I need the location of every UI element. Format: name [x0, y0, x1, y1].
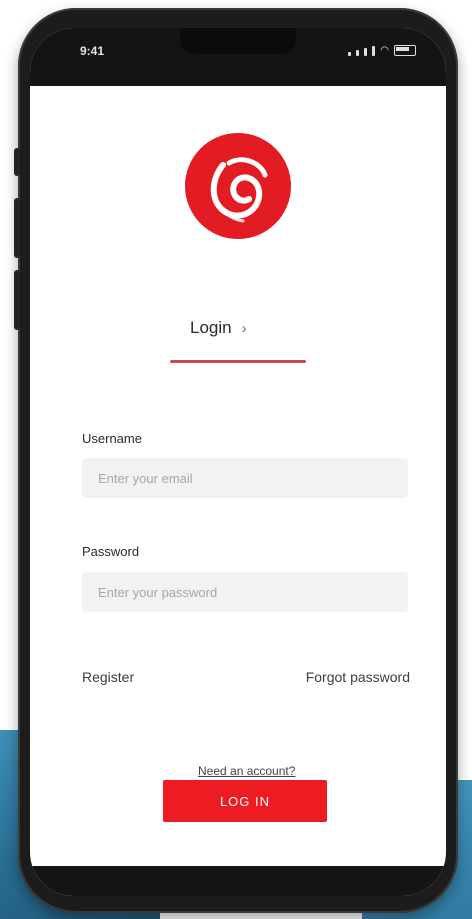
signal-icon — [356, 50, 360, 56]
tab-login-label: Login — [190, 318, 232, 337]
email-label: Username — [82, 431, 142, 446]
register-link[interactable]: Register — [82, 669, 134, 685]
status-bar: 9:41 ◠ — [30, 28, 446, 86]
brand-logo-icon — [185, 133, 291, 239]
password-field[interactable] — [82, 572, 408, 612]
notch — [180, 28, 296, 54]
forgot-password-link[interactable]: Forgot password — [306, 669, 410, 685]
signal-icon — [372, 46, 376, 56]
phone-screen: 9:41 ◠ Login › Username Pa — [30, 28, 446, 896]
phone-side-button — [14, 270, 20, 330]
tab-login[interactable]: Login › — [190, 318, 247, 338]
signal-icon — [348, 52, 352, 56]
status-time: 9:41 — [80, 44, 105, 58]
phone-side-button — [14, 198, 20, 258]
brand-logo-mark — [210, 157, 268, 223]
stage: 9:41 ◠ Login › Username Pa — [0, 0, 472, 919]
battery-icon — [394, 45, 416, 56]
screen-bottom-bar — [30, 866, 446, 896]
email-field[interactable] — [82, 458, 408, 498]
chevron-right-icon: › — [241, 319, 247, 337]
wifi-icon: ◠ — [380, 45, 389, 56]
tab-active-underline — [170, 360, 306, 363]
login-button[interactable]: LOG IN — [163, 780, 327, 822]
signal-icon — [364, 48, 368, 56]
need-account-link[interactable]: Need an account? — [198, 764, 295, 778]
status-icons: ◠ — [348, 45, 416, 56]
phone-side-button — [14, 148, 20, 176]
password-label: Password — [82, 544, 140, 559]
